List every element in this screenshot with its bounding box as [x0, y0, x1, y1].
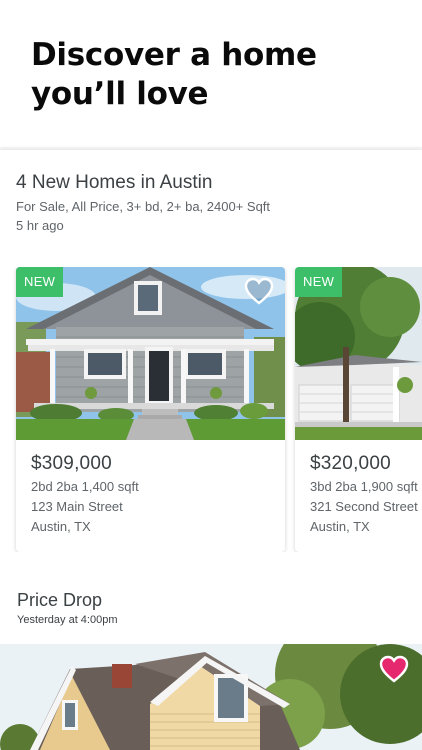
listing-photo[interactable]: NEW [295, 267, 422, 440]
listing-card[interactable]: NEW $320,000 3bd 2ba 1,900 sqft 321 Seco… [295, 267, 422, 552]
price-drop-photo[interactable] [0, 644, 422, 750]
new-listing-badge: NEW [295, 267, 343, 297]
house-photo-3 [0, 644, 422, 750]
heart-filled-icon[interactable] [378, 654, 410, 684]
search-filters-summary: For Sale, All Price, 3+ bd, 2+ ba, 2400+… [16, 199, 271, 214]
listing-city: Austin, TX [310, 519, 370, 534]
hero-headline: Discover a home you’ll love [31, 37, 317, 112]
listing-specs: 3bd 2ba 1,900 sqft [310, 479, 418, 494]
heart-outline-icon[interactable] [243, 276, 275, 306]
hero-section: Discover a home you’ll love [0, 0, 422, 147]
listing-price: $309,000 [31, 453, 112, 474]
feed[interactable]: 4 New Homes in Austin For Sale, All Pric… [0, 150, 422, 750]
listing-price: $320,000 [310, 453, 391, 474]
listing-specs: 2bd 2ba 1,400 sqft [31, 479, 139, 494]
price-drop-title: Price Drop [17, 590, 103, 610]
section-timestamp: 5 hr ago [16, 218, 64, 233]
listing-street: 123 Main Street [31, 499, 123, 514]
listing-photo[interactable]: NEW [16, 267, 285, 440]
listing-city: Austin, TX [31, 519, 91, 534]
price-drop-timestamp: Yesterday at 4:00pm [17, 614, 118, 626]
listing-carousel[interactable]: NEW $309,000 2bd 2ba 1,400 sqft 123 Main… [0, 267, 422, 552]
app-screen: Discover a home you’ll love 4 New Homes … [0, 0, 422, 750]
section-title: 4 New Homes in Austin [16, 172, 213, 193]
listing-card[interactable]: NEW $309,000 2bd 2ba 1,400 sqft 123 Main… [16, 267, 285, 552]
listing-street: 321 Second Street [310, 499, 418, 514]
new-listing-badge: NEW [16, 267, 64, 297]
